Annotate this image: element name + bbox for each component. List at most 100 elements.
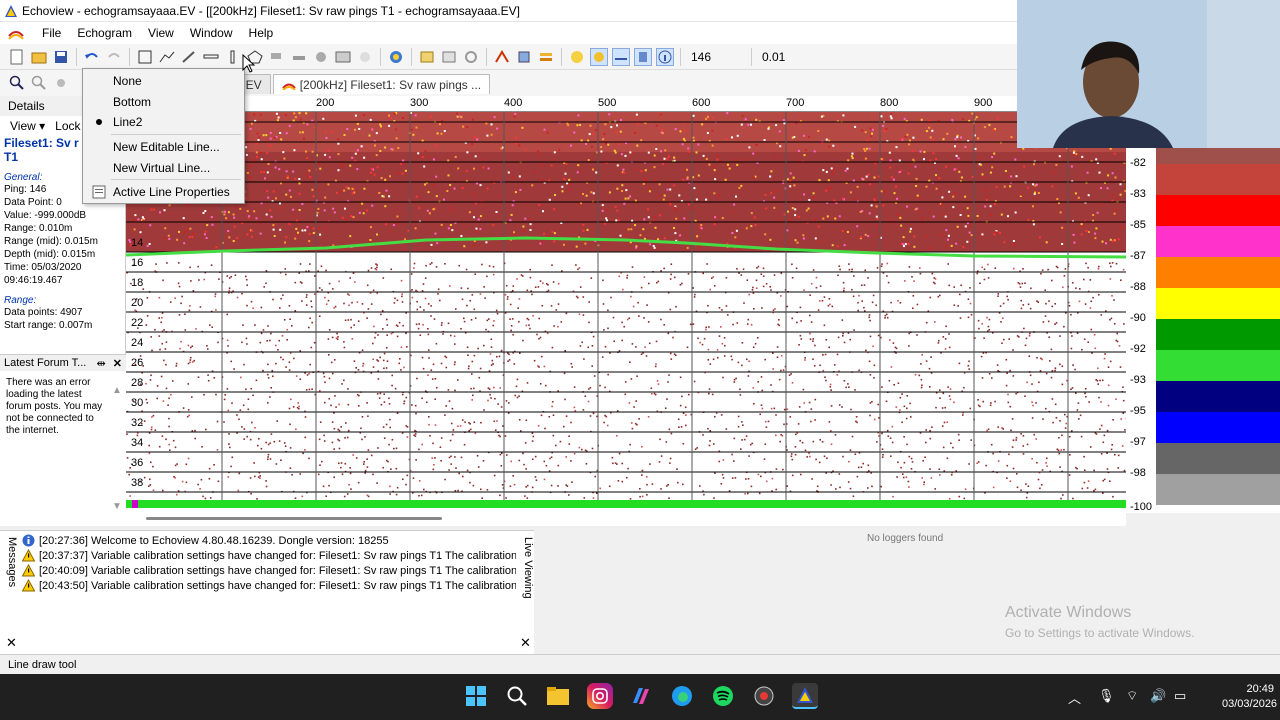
- menu-echogram[interactable]: Echogram: [69, 24, 140, 42]
- mask-icon[interactable]: [590, 47, 608, 66]
- info-line: Data points: 4907: [4, 307, 83, 318]
- menu-file[interactable]: File: [34, 24, 69, 42]
- pin-icon[interactable]: ⇹: [97, 358, 106, 370]
- line-draw-icon[interactable]: [158, 48, 176, 66]
- line-dropdown-menu: None Bottom Line2 New Editable Line... N…: [82, 68, 245, 204]
- warning-icon: [22, 579, 35, 592]
- color-scale: -82 -83 -85 -87 -88 -90 -92 -93 -95 -97 …: [1126, 148, 1280, 513]
- dropdown-separator: [111, 179, 241, 180]
- echogram-view[interactable]: 200 300 400 500 600 700 800 900 14 16 18…: [126, 96, 1126, 526]
- echogram-canvas[interactable]: 14 16 18 20 22 24 26 28 30 32 34 36 38: [126, 112, 1126, 510]
- message-row[interactable]: [20:27:36] Welcome to Echoview 4.80.48.1…: [22, 533, 516, 548]
- info-icon: [22, 534, 35, 547]
- menu-view[interactable]: View: [140, 24, 182, 42]
- menu-help[interactable]: Help: [241, 24, 282, 42]
- file-explorer-icon[interactable]: [545, 683, 571, 709]
- bottom-line-icon[interactable]: [612, 47, 630, 66]
- microphone-icon[interactable]: 🎙: [1098, 688, 1115, 704]
- copilot-icon[interactable]: [628, 683, 654, 709]
- ruler-label: 600: [692, 97, 711, 109]
- curve-icon[interactable]: [493, 48, 511, 66]
- scale-band: [1156, 226, 1280, 257]
- layers-icon[interactable]: [537, 48, 555, 66]
- horizontal-scrollbar[interactable]: [146, 517, 442, 520]
- search-icon[interactable]: [504, 683, 530, 709]
- instagram-icon[interactable]: [587, 683, 613, 709]
- taskbar-clock[interactable]: 20:49 03/03/2026: [1222, 682, 1277, 712]
- wifi-icon[interactable]: ⌔: [1126, 688, 1138, 704]
- export-icon[interactable]: [418, 48, 436, 66]
- undo-icon[interactable]: [83, 48, 101, 66]
- copy-icon[interactable]: [515, 48, 533, 66]
- dropdown-item-new-editable-line[interactable]: New Editable Line...: [83, 137, 244, 157]
- scale-band: [1156, 381, 1280, 412]
- dropdown-item-none[interactable]: None: [83, 71, 244, 91]
- close-icon[interactable]: ✕: [113, 358, 122, 370]
- messages-panel: Messages [20:27:36] Welcome to Echoview …: [0, 530, 534, 654]
- messages-tab[interactable]: Messages: [2, 537, 18, 617]
- scale-band: [1156, 412, 1280, 443]
- close-messages-icon[interactable]: ✕: [6, 635, 17, 651]
- scale-label: -85: [1130, 219, 1146, 231]
- edge-browser-icon[interactable]: [669, 683, 695, 709]
- battery-icon[interactable]: ▭: [1174, 688, 1186, 704]
- zoom-in-icon[interactable]: [8, 74, 26, 92]
- pencil-icon[interactable]: [180, 48, 198, 66]
- region-icon[interactable]: [290, 48, 308, 66]
- ruler-label: 400: [504, 97, 523, 109]
- depth-label: 14: [131, 237, 143, 249]
- filter-icon[interactable]: [634, 47, 652, 66]
- ping-field[interactable]: 146: [691, 50, 741, 64]
- dropdown-item-new-virtual-line[interactable]: New Virtual Line...: [83, 158, 244, 178]
- forum-error-message: There was an error loading the latest fo…: [6, 377, 103, 436]
- pan-icon[interactable]: [52, 74, 70, 92]
- table-icon[interactable]: [334, 48, 352, 66]
- new-file-icon[interactable]: [8, 48, 26, 66]
- scroll-up-icon[interactable]: ▲: [112, 385, 122, 396]
- open-folder-icon[interactable]: [30, 48, 48, 66]
- dropdown-item-line2[interactable]: Line2: [83, 112, 244, 132]
- horizontal-line-icon[interactable]: [202, 48, 220, 66]
- check-icon[interactable]: [568, 48, 586, 66]
- screen-recorder-icon[interactable]: [751, 683, 777, 709]
- threshold-field[interactable]: 0.01: [762, 50, 812, 64]
- message-row[interactable]: [20:37:37] Variable calibration settings…: [22, 548, 516, 563]
- depth-label: 26: [131, 357, 143, 369]
- scale-label: -90: [1130, 312, 1146, 324]
- vertical-line-icon[interactable]: [224, 48, 242, 66]
- refresh-icon[interactable]: [462, 48, 480, 66]
- live-viewing-tab[interactable]: Live Viewing: [518, 537, 534, 617]
- properties-icon: [91, 184, 107, 200]
- echoview-taskbar-icon[interactable]: [792, 683, 818, 709]
- import-icon[interactable]: [440, 48, 458, 66]
- gear-region-icon[interactable]: [312, 48, 330, 66]
- message-row[interactable]: [20:40:09] Variable calibration settings…: [22, 563, 516, 578]
- tray-chevron-icon[interactable]: ︿: [1068, 688, 1081, 707]
- info-icon[interactable]: [656, 47, 674, 66]
- close-live-viewing-icon[interactable]: ✕: [520, 635, 531, 651]
- dropdown-item-active-line-properties[interactable]: Active Line Properties: [83, 182, 244, 202]
- tab-echogram[interactable]: [200kHz] Fileset1: Sv raw pings ...: [272, 74, 491, 94]
- brush-icon[interactable]: [268, 48, 286, 66]
- scale-band: [1156, 443, 1280, 474]
- rectangle-select-icon[interactable]: [136, 48, 154, 66]
- scale-label: -83: [1130, 188, 1146, 200]
- save-icon[interactable]: [52, 48, 70, 66]
- loggers-status: No loggers found: [867, 533, 944, 544]
- dropdown-item-bottom[interactable]: Bottom: [83, 92, 244, 112]
- zoom-out-icon[interactable]: [30, 74, 48, 92]
- volume-icon[interactable]: 🔊: [1150, 688, 1166, 704]
- message-row[interactable]: [20:43:50] Variable calibration settings…: [22, 578, 516, 593]
- globe-icon[interactable]: [387, 48, 405, 66]
- windows-start-icon[interactable]: [463, 683, 489, 709]
- spotify-icon[interactable]: [710, 683, 736, 709]
- view-dropdown[interactable]: View ▾: [10, 119, 45, 133]
- menu-window[interactable]: Window: [182, 24, 241, 42]
- depth-label: 32: [131, 417, 143, 429]
- scroll-down-icon[interactable]: ▼: [112, 501, 122, 512]
- scale-label: -93: [1130, 374, 1146, 386]
- scale-label: -97: [1130, 436, 1146, 448]
- info-line: Range (mid): 0.015m: [4, 236, 98, 247]
- hand-icon[interactable]: [356, 48, 374, 66]
- redo-icon[interactable]: [105, 48, 123, 66]
